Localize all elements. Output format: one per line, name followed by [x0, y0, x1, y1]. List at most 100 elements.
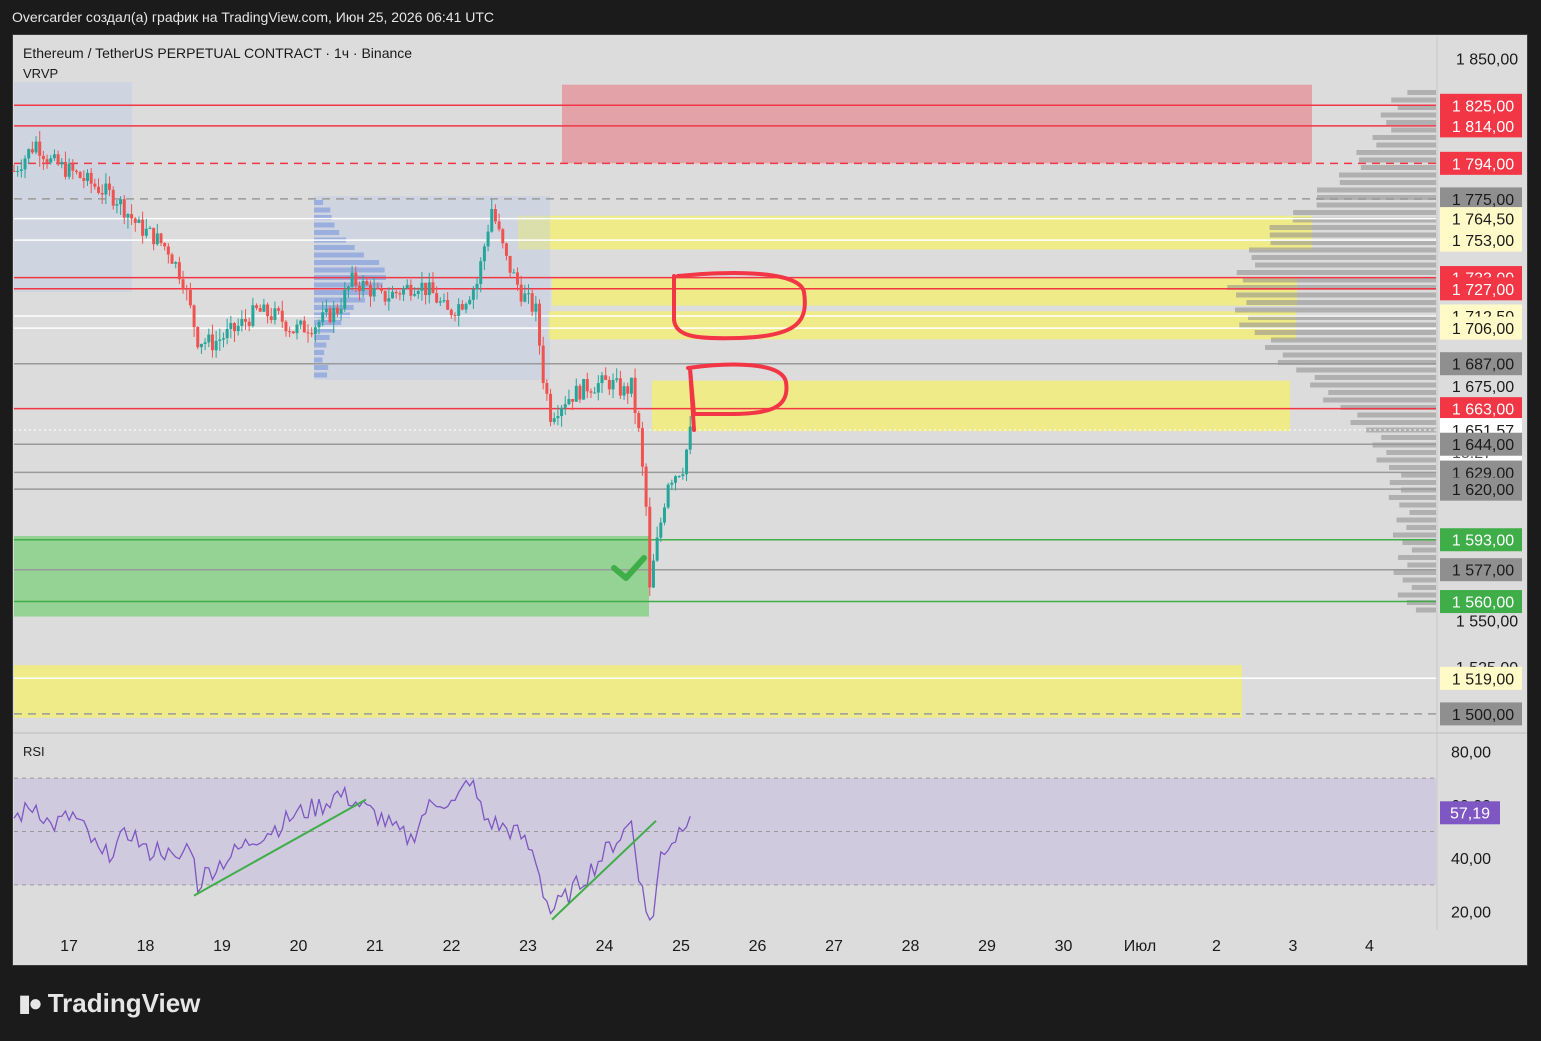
candle-body: [141, 219, 145, 236]
candle-body: [552, 418, 556, 422]
candle-body: [63, 161, 67, 177]
candle-body: [482, 246, 486, 262]
volume-profile-bar: [1339, 172, 1436, 178]
candle-body: [74, 170, 78, 173]
candle-body: [38, 141, 42, 156]
candle-body: [486, 231, 490, 247]
volume-profile-bar: [1386, 120, 1436, 125]
candle-body: [644, 466, 648, 507]
volume-profile-bar: [1389, 480, 1436, 485]
candle-body: [380, 288, 383, 291]
candle-body: [277, 308, 281, 311]
volume-profile-bar: [1386, 450, 1436, 455]
volume-profile-bar: [1397, 592, 1436, 598]
x-tick-label: Июл: [1124, 938, 1156, 955]
rsi-tick-label: 20,00: [1451, 905, 1491, 922]
candle-body: [479, 261, 483, 284]
candle-body: [460, 304, 464, 310]
candle-body: [133, 218, 137, 223]
volume-profile-bar: [1381, 435, 1436, 440]
candle-body: [144, 228, 148, 236]
candle-body: [324, 308, 328, 313]
candle-body: [188, 289, 192, 306]
candle-body: [251, 305, 255, 326]
candle-body: [438, 301, 442, 303]
candle-body: [214, 340, 218, 351]
candle-body: [30, 149, 34, 153]
candle-body: [574, 385, 578, 402]
candle-body: [299, 320, 303, 325]
session-volume-bar: [314, 260, 380, 265]
candle-body: [199, 343, 203, 348]
volume-profile-bar: [1328, 390, 1436, 395]
rsi-tick-label: 40,00: [1451, 851, 1491, 868]
candle-body: [163, 243, 167, 247]
candle-body: [23, 158, 27, 170]
candle-body: [166, 246, 170, 255]
x-tick-label: 25: [672, 938, 690, 955]
candle-body: [280, 310, 284, 322]
x-tick-label: 21: [366, 938, 384, 955]
price-tag-label: 1 577,00: [1452, 563, 1514, 580]
volume-profile-bar: [1255, 262, 1436, 268]
volume-profile-bar: [1402, 540, 1436, 545]
candle-body: [560, 407, 564, 417]
volume-profile-bar: [1310, 382, 1436, 388]
candle-body: [600, 375, 604, 384]
volume-profile-bar: [1265, 345, 1436, 350]
candle-body: [589, 391, 593, 393]
volume-profile-bar: [1406, 600, 1436, 605]
volume-profile-bar: [1399, 502, 1436, 508]
x-tick-label: 20: [290, 938, 308, 955]
volume-profile-bar: [1407, 90, 1436, 95]
candle-body: [512, 272, 516, 274]
candle-body: [376, 287, 380, 289]
x-tick-label: 3: [1289, 938, 1298, 955]
volume-profile-bar: [1376, 142, 1436, 148]
candle-body: [633, 377, 637, 414]
candle-body: [262, 304, 266, 312]
candle-body: [501, 229, 505, 244]
volume-profile-bar: [1372, 442, 1436, 448]
session-box-1: [14, 82, 132, 292]
volume-profile-bar: [1411, 585, 1436, 590]
volume-profile-bar: [1411, 547, 1436, 553]
candle-body: [269, 316, 273, 321]
candle-body: [468, 299, 472, 304]
candle-body: [637, 413, 641, 429]
candle-body: [435, 293, 439, 303]
candle-body: [442, 300, 446, 302]
candle-body: [104, 183, 108, 195]
candle-body: [350, 272, 354, 287]
candle-body: [16, 170, 20, 172]
x-tick-label: 28: [902, 938, 920, 955]
candle-body: [626, 386, 630, 394]
brand[interactable]: ▮● TradingView: [18, 988, 200, 1019]
volume-profile-bar: [1249, 247, 1436, 253]
price-tag-label: 1 764,50: [1452, 212, 1514, 229]
session-volume-bar: [314, 297, 365, 303]
candle-body: [427, 282, 431, 296]
candle-body: [648, 506, 652, 588]
candle-body: [155, 233, 159, 245]
candle-body: [354, 272, 358, 286]
volume-profile-bar: [1235, 307, 1436, 313]
candle-body: [185, 288, 189, 290]
candle-body: [115, 204, 119, 206]
chart-canvas[interactable]: 1 850,001 550,001 525,001 825,001 814,00…: [0, 0, 1541, 1041]
candle-body: [258, 307, 262, 312]
candle-body: [523, 293, 527, 302]
candle-body: [446, 300, 450, 310]
candle-body: [273, 308, 277, 321]
candle-body: [49, 158, 53, 163]
x-tick-label: 19: [213, 938, 231, 955]
candle-body: [596, 383, 600, 393]
candle-body: [218, 339, 222, 341]
candle-body: [291, 331, 295, 334]
brand-name: TradingView: [47, 988, 201, 1018]
candle-body: [582, 379, 586, 400]
candle-body: [541, 345, 545, 383]
x-tick-label: 30: [1055, 938, 1073, 955]
candle-body: [247, 321, 251, 326]
candle-body: [640, 428, 644, 467]
